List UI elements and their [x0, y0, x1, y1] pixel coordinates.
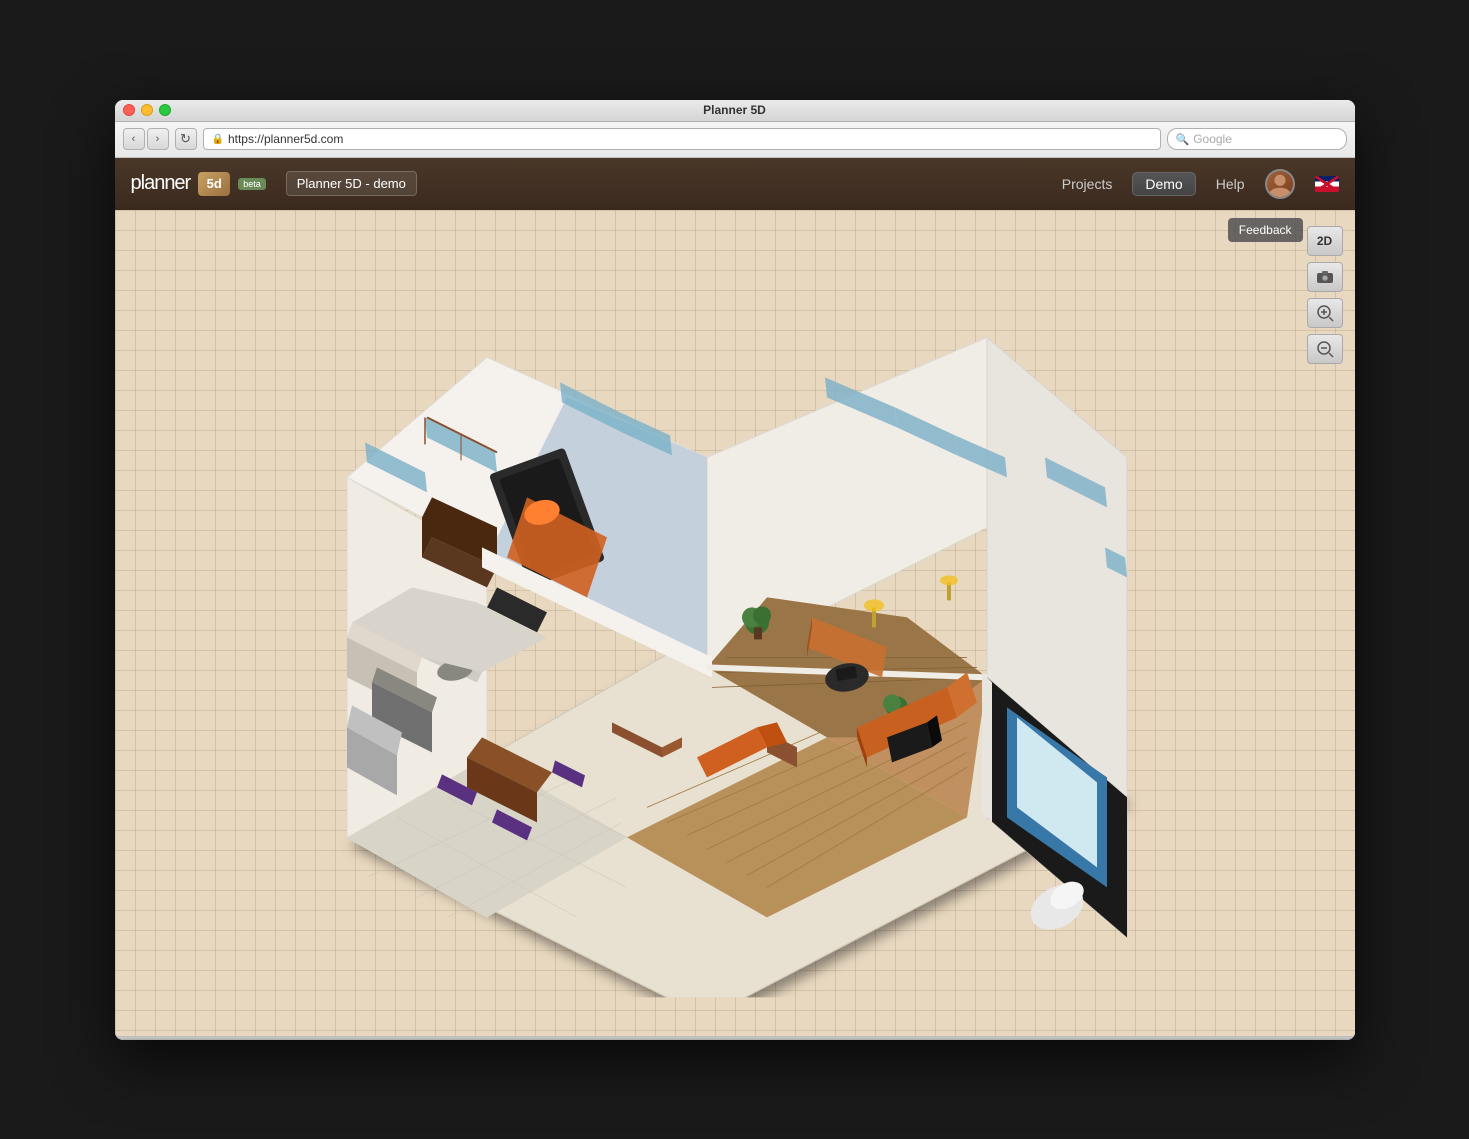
nav-help[interactable]: Help	[1216, 176, 1245, 192]
zoom-in-button[interactable]	[1307, 298, 1343, 328]
logo-text: planner	[131, 172, 191, 195]
viewer-area: Feedback	[115, 210, 1355, 1036]
close-button[interactable]	[123, 104, 135, 116]
maximize-button[interactable]	[159, 104, 171, 116]
url-text: https://planner5d.com	[228, 132, 343, 146]
beta-badge: beta	[238, 178, 266, 190]
search-bar[interactable]: 🔍 Google	[1167, 128, 1347, 150]
header-nav: Projects Demo Help	[1062, 169, 1339, 199]
url-bar[interactable]: 🔒 https://planner5d.com	[203, 128, 1161, 150]
nav-buttons: ‹ ›	[123, 128, 169, 150]
app-header: planner 5d beta Planner 5D - demo Projec…	[115, 158, 1355, 210]
mac-window: Planner 5D ‹ › ↻ 🔒 https://planner5d.com…	[115, 100, 1355, 1040]
zoom-out-button[interactable]	[1307, 334, 1343, 364]
forward-button[interactable]: ›	[147, 128, 169, 150]
lock-icon: 🔒	[212, 134, 224, 145]
window-border-bottom	[115, 1036, 1355, 1040]
floorplan-container	[267, 277, 1167, 997]
language-flag[interactable]	[1315, 176, 1339, 192]
camera-button[interactable]	[1307, 262, 1343, 292]
nav-demo[interactable]: Demo	[1132, 172, 1195, 196]
back-button[interactable]: ‹	[123, 128, 145, 150]
project-name[interactable]: Planner 5D - demo	[286, 171, 417, 196]
feedback-button[interactable]: Feedback	[1228, 218, 1303, 242]
user-avatar[interactable]	[1265, 169, 1295, 199]
nav-projects[interactable]: Projects	[1062, 176, 1113, 192]
logo-area: planner 5d beta	[131, 172, 266, 196]
floorplan-svg	[267, 277, 1167, 997]
window-buttons	[123, 104, 171, 116]
minimize-button[interactable]	[141, 104, 153, 116]
window-title: Planner 5D	[703, 103, 766, 117]
search-placeholder: Google	[1193, 132, 1232, 146]
2d-view-button[interactable]: 2D	[1307, 226, 1343, 256]
address-bar: ‹ › ↻ 🔒 https://planner5d.com 🔍 Google	[115, 122, 1355, 158]
title-bar: Planner 5D	[115, 100, 1355, 122]
reload-button[interactable]: ↻	[175, 128, 197, 150]
logo-icon: 5d	[198, 172, 230, 196]
right-toolbar: 2D	[1307, 226, 1343, 364]
search-icon: 🔍	[1176, 133, 1190, 146]
